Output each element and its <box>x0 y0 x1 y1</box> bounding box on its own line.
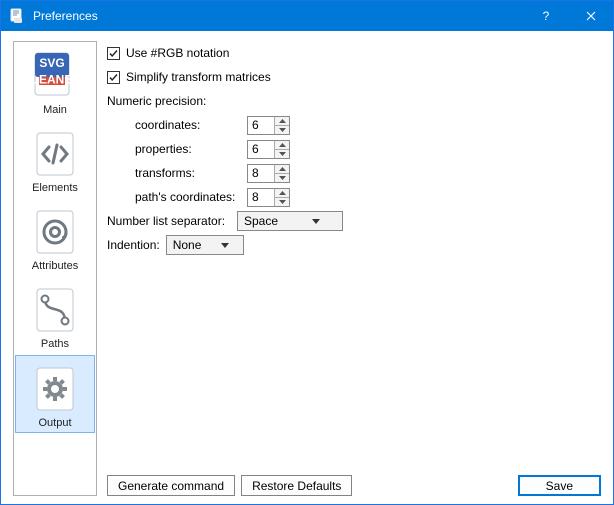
restore-defaults-button[interactable]: Restore Defaults <box>241 475 352 496</box>
button-bar: Generate command Restore Defaults Save <box>107 471 601 496</box>
transforms-label: transforms: <box>135 166 247 180</box>
paths-icon <box>28 282 82 336</box>
paths-coordinates-spin[interactable] <box>247 188 290 207</box>
sidebar-item-elements[interactable]: Elements <box>14 120 96 198</box>
sidebar-item-attributes[interactable]: Attributes <box>14 198 96 276</box>
number-separator-label: Number list separator: <box>107 214 231 228</box>
content-panel: Use #RGB notation Simplify transform mat… <box>107 41 601 496</box>
simplify-transform-label: Simplify transform matrices <box>126 70 271 84</box>
app-icon <box>9 8 25 24</box>
paths-coordinates-input[interactable] <box>248 189 274 206</box>
sidebar-item-label: Output <box>38 417 71 429</box>
indention-select[interactable]: None <box>166 235 244 255</box>
window-title: Preferences <box>33 9 523 23</box>
coordinates-input[interactable] <box>248 117 274 134</box>
sidebar-item-label: Main <box>43 104 67 116</box>
use-rgb-checkbox[interactable] <box>107 47 120 60</box>
output-form: Use #RGB notation Simplify transform mat… <box>107 41 601 471</box>
svg-text:SVG: SVG <box>39 56 64 70</box>
svg-text:?: ? <box>542 10 549 22</box>
at-icon <box>28 204 82 258</box>
chevron-down-icon <box>290 219 342 224</box>
sidebar-item-label: Attributes <box>32 260 78 272</box>
properties-input[interactable] <box>248 141 274 158</box>
indention-value: None <box>167 238 208 252</box>
sidebar-item-main[interactable]: SVG CLEANER Main <box>14 42 96 120</box>
dialog-body: SVG CLEANER Main Elements <box>1 31 613 504</box>
coordinates-spin[interactable] <box>247 116 290 135</box>
transforms-spin[interactable] <box>247 164 290 183</box>
titlebar: Preferences ? <box>1 1 613 31</box>
spin-up-icon[interactable] <box>275 165 289 173</box>
numeric-precision-label: Numeric precision: <box>107 94 206 108</box>
gear-icon <box>28 361 82 415</box>
svg-cleaner-icon: SVG CLEANER <box>28 48 82 102</box>
sidebar-item-paths[interactable]: Paths <box>14 276 96 354</box>
sidebar-item-output[interactable]: Output <box>15 355 95 433</box>
svg-text:CLEANER: CLEANER <box>29 73 81 87</box>
properties-label: properties: <box>135 142 247 156</box>
spin-up-icon[interactable] <box>275 117 289 125</box>
help-button[interactable]: ? <box>523 1 568 31</box>
transforms-input[interactable] <box>248 165 274 182</box>
generate-command-button[interactable]: Generate command <box>107 475 235 496</box>
spin-down-icon[interactable] <box>275 173 289 182</box>
paths-coordinates-label: path's coordinates: <box>135 190 247 204</box>
spin-down-icon[interactable] <box>275 125 289 134</box>
chevron-down-icon <box>207 243 242 248</box>
close-button[interactable] <box>568 1 613 31</box>
sidebar: SVG CLEANER Main Elements <box>13 41 97 496</box>
sidebar-item-label: Paths <box>41 338 69 350</box>
spin-down-icon[interactable] <box>275 197 289 206</box>
save-button[interactable]: Save <box>518 475 601 496</box>
spin-up-icon[interactable] <box>275 141 289 149</box>
spin-down-icon[interactable] <box>275 149 289 158</box>
number-separator-value: Space <box>238 214 290 228</box>
simplify-transform-checkbox[interactable] <box>107 71 120 84</box>
use-rgb-label: Use #RGB notation <box>126 46 229 60</box>
code-icon <box>28 126 82 180</box>
coordinates-label: coordinates: <box>135 118 247 132</box>
number-separator-select[interactable]: Space <box>237 211 343 231</box>
preferences-window: Preferences ? SVG CLEANER Main <box>0 0 614 505</box>
indention-label: Indention: <box>107 238 160 252</box>
properties-spin[interactable] <box>247 140 290 159</box>
spin-up-icon[interactable] <box>275 189 289 197</box>
sidebar-item-label: Elements <box>32 182 78 194</box>
